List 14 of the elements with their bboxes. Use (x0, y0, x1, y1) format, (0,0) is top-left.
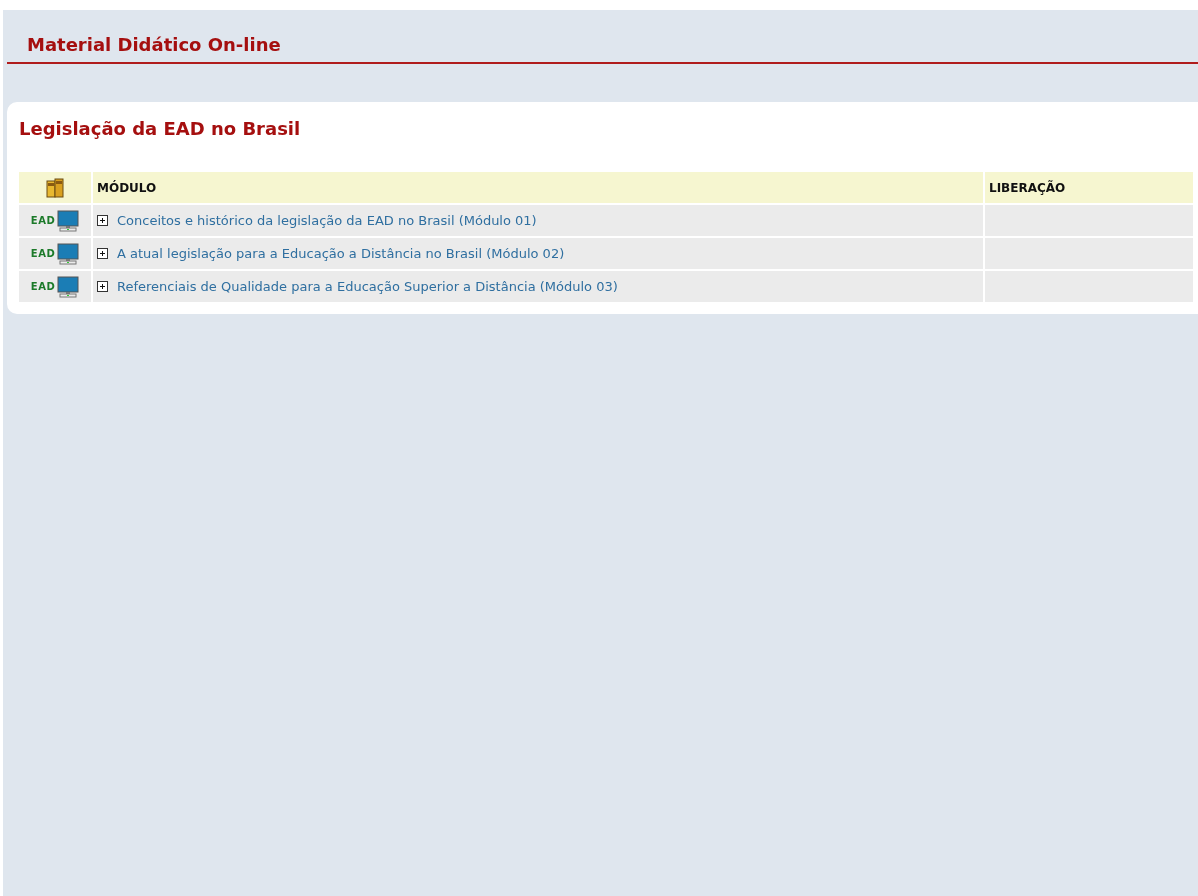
ead-label: EAD (30, 248, 56, 259)
page-title: Material Didático On-line (27, 34, 282, 56)
expand-icon[interactable] (97, 215, 108, 226)
ead-label: EAD (30, 281, 56, 292)
ead-label: EAD (30, 215, 56, 226)
monitor-icon (57, 242, 80, 265)
column-header: MÓDULO (91, 172, 983, 203)
books-icon (46, 176, 64, 199)
monitor-icon (57, 209, 80, 232)
monitor-icon (57, 275, 80, 298)
section-title: Legislação da EAD no Brasil (19, 117, 302, 141)
expand-icon[interactable] (97, 281, 108, 292)
expand-icon[interactable] (97, 248, 108, 259)
column-header: LIBERAÇÃO (983, 172, 1193, 203)
